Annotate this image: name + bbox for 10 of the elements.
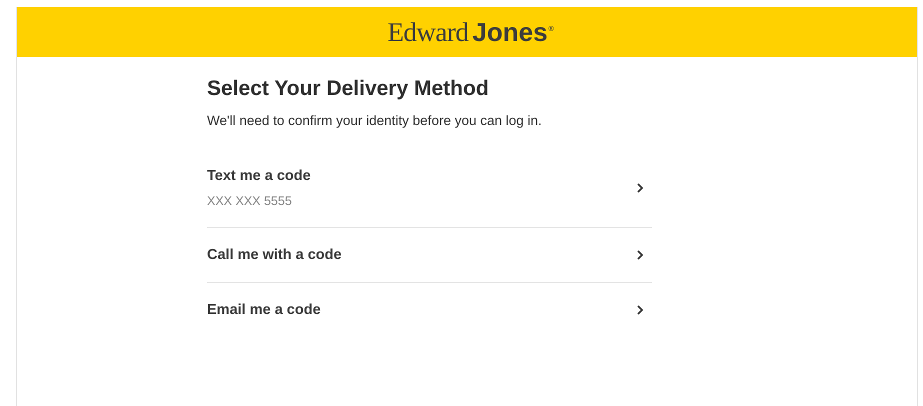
chevron-icon	[636, 182, 644, 194]
delivery-option[interactable]: Email me a code	[207, 282, 652, 337]
chevron-icon	[636, 249, 644, 261]
logo-text: Edward	[387, 16, 468, 48]
delivery-option[interactable]: Call me with a code	[207, 227, 652, 282]
page-subtitle: We'll need to confirm your identity before you can log in.	[207, 113, 543, 128]
page-title: Select Your Delivery Method	[207, 77, 490, 101]
logo-text: Jones	[472, 16, 548, 48]
chevron-icon	[636, 304, 644, 316]
delivery-option[interactable]: Text me a code XXX XXX 5555	[207, 168, 652, 227]
